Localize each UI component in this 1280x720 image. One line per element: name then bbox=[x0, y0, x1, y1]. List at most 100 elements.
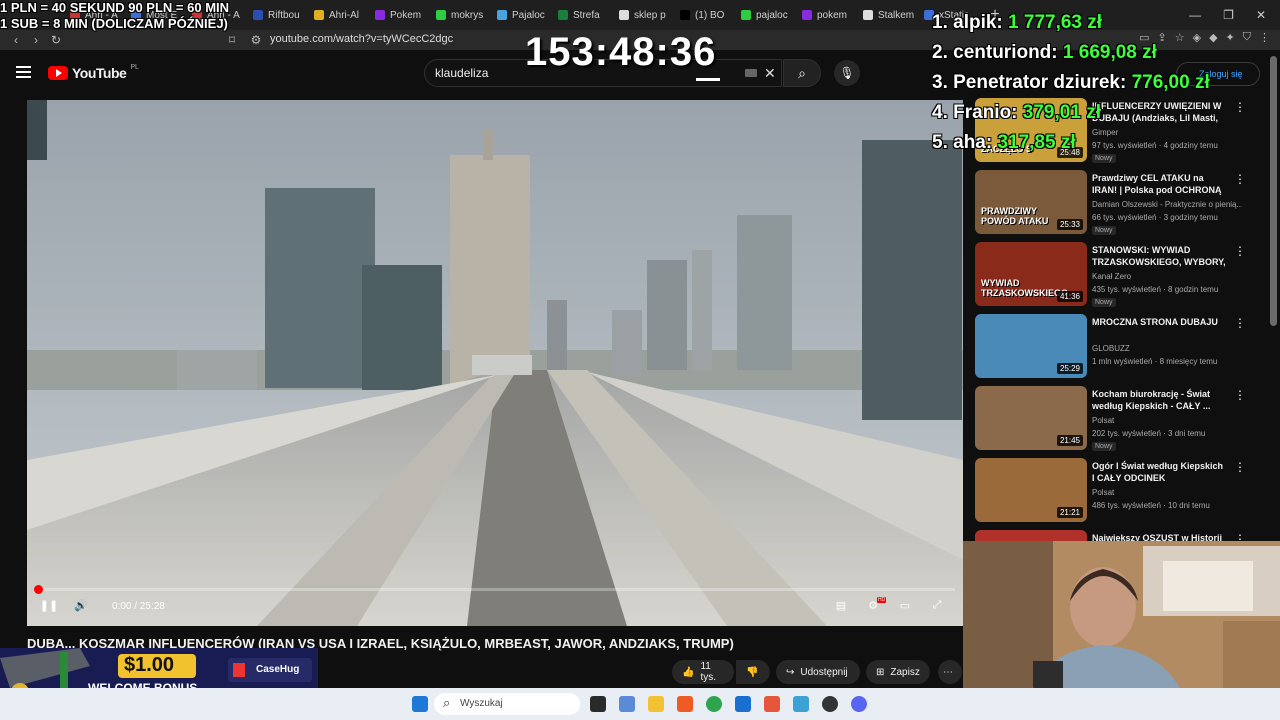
video-thumbnail[interactable]: 25:29 bbox=[975, 314, 1087, 378]
recommendation-item[interactable]: 21:21 Ogór I Świat według Kiepskich I CAŁ… bbox=[975, 458, 1265, 528]
video-thumbnail[interactable]: PRAWDZIWY POWÓD ATAKU 25:33 bbox=[975, 170, 1087, 234]
keyboard-icon[interactable] bbox=[745, 69, 757, 77]
channel-name[interactable]: GLOBUZZ bbox=[1092, 344, 1242, 353]
more-options-icon[interactable]: ⋮ bbox=[1234, 460, 1246, 474]
tab-favicon-icon bbox=[314, 10, 324, 20]
donor-name: 3. Penetrator dziurek: bbox=[932, 72, 1127, 93]
logo-text: YouTube bbox=[72, 65, 127, 81]
donation-amount: 379,01 zł bbox=[1022, 102, 1101, 123]
url-field[interactable]: youtube.com/watch?v=tyWCecC2dgc bbox=[270, 33, 453, 45]
browser-tab[interactable]: pokem bbox=[802, 3, 859, 27]
youtube-play-icon bbox=[48, 66, 68, 80]
more-options-icon[interactable]: ⋮ bbox=[1234, 244, 1246, 258]
theater-mode-icon[interactable]: ▭ bbox=[895, 599, 915, 615]
video-duration: 21:21 bbox=[1056, 507, 1083, 518]
recommendation-item[interactable]: PRAWDZIWY POWÓD ATAKU 25:33 Prawdziwy CEL … bbox=[975, 170, 1265, 240]
obs-icon[interactable] bbox=[822, 696, 838, 712]
brave-browser-icon[interactable] bbox=[677, 696, 693, 712]
copilot-icon[interactable] bbox=[619, 696, 635, 712]
tab-favicon-icon bbox=[619, 10, 629, 20]
site-info-icon[interactable]: ⚙ bbox=[246, 33, 266, 47]
clear-search-icon[interactable]: ✕ bbox=[764, 65, 776, 82]
recommendation-item[interactable]: WYWIAD TRZASKOWSKIEGO 41:36 STANOWSKI: WYW… bbox=[975, 242, 1265, 312]
video-thumbnail[interactable]: WYWIAD TRZASKOWSKIEGO 41:36 bbox=[975, 242, 1087, 306]
task-view-icon[interactable] bbox=[590, 696, 606, 712]
channel-name[interactable]: Kanał Zero bbox=[1092, 272, 1242, 281]
more-options-icon[interactable]: ⋮ bbox=[1234, 388, 1246, 402]
store-icon[interactable] bbox=[735, 696, 751, 712]
channel-name[interactable]: Polsat bbox=[1092, 488, 1242, 497]
extension-icon[interactable]: ✦ bbox=[1226, 31, 1235, 44]
bookmark-icon[interactable]: ⌑ bbox=[222, 33, 242, 47]
search-button[interactable]: ⌕ bbox=[783, 59, 821, 87]
share-arrow-icon: ↪ bbox=[786, 666, 795, 678]
app-icon[interactable] bbox=[764, 696, 780, 712]
share-button[interactable]: ↪ Udostępnij bbox=[776, 660, 860, 684]
recommendation-item[interactable]: 21:45 Kocham biurokrację - Świat według K… bbox=[975, 386, 1265, 456]
save-button[interactable]: ⊞ Zapisz bbox=[866, 660, 930, 684]
progress-bar[interactable] bbox=[34, 585, 955, 594]
extension-icon[interactable]: ◆ bbox=[1209, 31, 1217, 44]
recommendations-list: ZACZĘŁO S 25:48 INFLUENCERZY UWIĘZIENI W D… bbox=[975, 98, 1265, 594]
taskbar-search[interactable]: Wyszukaj bbox=[434, 693, 580, 715]
shield-icon[interactable]: ⛉ bbox=[1243, 31, 1251, 44]
chrome-icon[interactable] bbox=[706, 696, 722, 712]
donation-amount: 1 777,63 zł bbox=[1008, 12, 1103, 33]
more-options-icon[interactable]: ⋮ bbox=[1234, 100, 1246, 114]
video-player[interactable]: ❚❚ 🔊 0:00 / 25:28 ▤ ⚙ HD ▭ ⤢ bbox=[27, 100, 963, 626]
pause-button[interactable]: ❚❚ bbox=[39, 599, 59, 615]
donor-name: 4. Franio: bbox=[932, 102, 1018, 123]
more-options-icon[interactable]: ⋮ bbox=[1234, 316, 1246, 330]
close-window-icon[interactable]: ✕ bbox=[1256, 8, 1266, 22]
tab-label: mokrys bbox=[451, 9, 484, 21]
forward-icon[interactable]: › bbox=[26, 33, 46, 47]
microphone-icon: 🎙 bbox=[839, 66, 855, 80]
fullscreen-icon[interactable]: ⤢ bbox=[927, 599, 947, 615]
youtube-logo[interactable]: YouTube PL bbox=[48, 64, 139, 81]
windows-start-icon[interactable] bbox=[412, 696, 428, 712]
discord-icon[interactable] bbox=[851, 696, 867, 712]
promo-amount: $1.00 bbox=[124, 654, 175, 676]
menu-icon[interactable]: ⋮ bbox=[1259, 31, 1270, 44]
donation-amount: 317,85 zł bbox=[997, 132, 1076, 153]
browser-tab[interactable]: Pokem bbox=[375, 3, 432, 27]
scrollbar[interactable] bbox=[1270, 56, 1277, 326]
tab-label: Ahri-Al bbox=[329, 9, 360, 21]
voice-search-button[interactable]: 🎙 bbox=[834, 60, 860, 86]
browser-tab[interactable]: Stalkem bbox=[863, 3, 920, 27]
screen: Ahri - A Most E Ahri - A Riftbou Ahri-Al Poke… bbox=[0, 0, 1280, 720]
reload-icon[interactable]: ↻ bbox=[46, 33, 66, 47]
maximize-icon[interactable]: ❐ bbox=[1223, 8, 1234, 22]
dislike-button[interactable]: 👎 bbox=[736, 660, 770, 684]
recommendation-item[interactable]: 25:29 MROCZNA STRONA DUBAJU GLOBUZZ 1 mln w… bbox=[975, 314, 1265, 384]
thumbs-down-icon: 👎 bbox=[746, 666, 759, 678]
notepad-icon[interactable] bbox=[793, 696, 809, 712]
more-options-icon[interactable]: ⋮ bbox=[1234, 172, 1246, 186]
donation-amount: 1 669,08 zł bbox=[1062, 42, 1157, 63]
tab-favicon-icon bbox=[802, 10, 812, 20]
file-explorer-icon[interactable] bbox=[648, 696, 664, 712]
new-badge: Nowy bbox=[1092, 442, 1116, 451]
progress-handle[interactable] bbox=[34, 585, 43, 594]
browser-tab[interactable]: pajaloc bbox=[741, 3, 798, 27]
channel-name[interactable]: Damian Olszewski - Praktycznie o pienią.… bbox=[1092, 200, 1242, 209]
volume-icon[interactable]: 🔊 bbox=[71, 599, 91, 615]
browser-tab[interactable]: Ahri-Al bbox=[314, 3, 371, 27]
browser-tab[interactable]: Riftbou bbox=[253, 3, 310, 27]
browser-tab[interactable]: (1) BO bbox=[680, 3, 737, 27]
browser-tab[interactable]: mokrys bbox=[436, 3, 493, 27]
video-thumbnail[interactable]: 21:45 bbox=[975, 386, 1087, 450]
recommendation-title: MROCZNA STRONA DUBAJU bbox=[1092, 317, 1218, 327]
donation-amount: 776,00 zł bbox=[1131, 72, 1210, 93]
back-icon[interactable]: ‹ bbox=[6, 33, 26, 47]
leaderboard-row: 5. aha: 317,85 zł bbox=[932, 128, 1210, 158]
browser-tab[interactable]: Strefa bbox=[558, 3, 615, 27]
hamburger-menu-icon[interactable] bbox=[16, 66, 31, 78]
channel-name[interactable]: Polsat bbox=[1092, 416, 1242, 425]
like-button[interactable]: 👍 11 tys. bbox=[672, 660, 734, 684]
browser-tab[interactable]: Pajaloc bbox=[497, 3, 554, 27]
more-actions-button[interactable]: ⋯ bbox=[938, 660, 962, 684]
browser-tab[interactable]: sklep p bbox=[619, 3, 676, 27]
subtitles-icon[interactable]: ▤ bbox=[831, 599, 851, 615]
video-thumbnail[interactable]: 21:21 bbox=[975, 458, 1087, 522]
